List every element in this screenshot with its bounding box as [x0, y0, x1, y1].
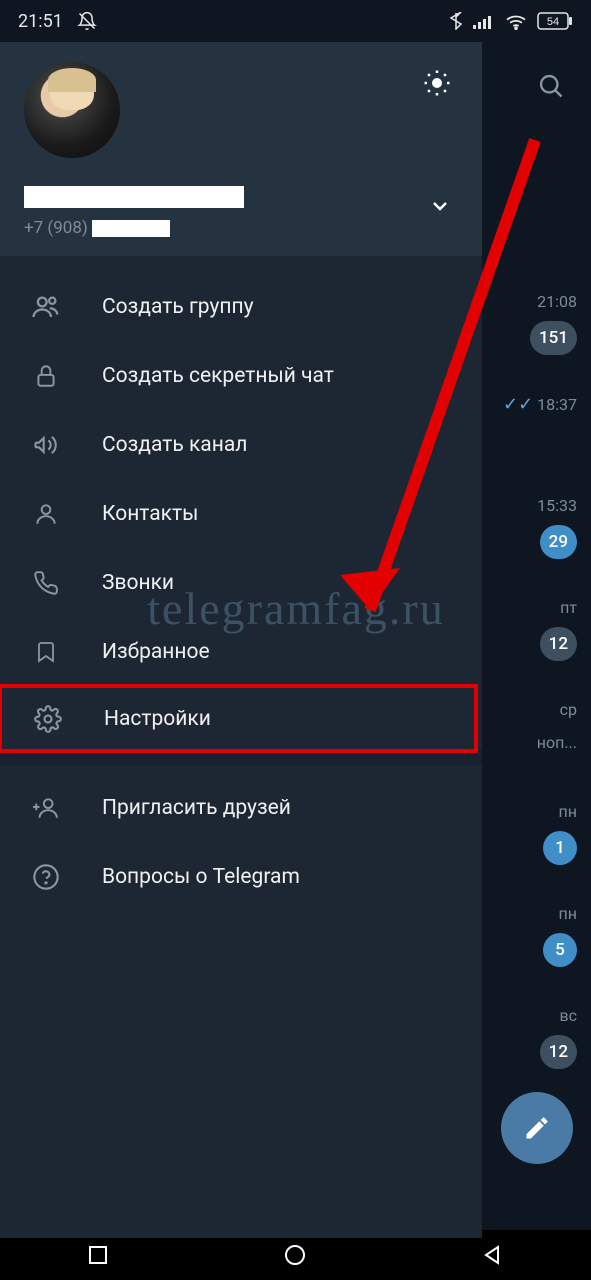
chat-row[interactable]: ✓✓ 18:37 — [482, 384, 591, 486]
theme-toggle-button[interactable] — [422, 68, 452, 98]
signal-icon — [473, 13, 495, 29]
menu-settings[interactable]: Настройки — [0, 684, 478, 753]
chat-row[interactable]: 21:08 151 — [482, 282, 591, 384]
menu-create-channel[interactable]: Создать канал — [0, 410, 482, 479]
menu-create-secret-chat[interactable]: Создать секретный чат — [0, 341, 482, 410]
unread-badge: 151 — [530, 321, 577, 355]
group-icon — [28, 292, 64, 322]
compose-fab[interactable] — [501, 1092, 573, 1164]
menu-label: Звонки — [102, 571, 174, 595]
user-avatar[interactable] — [24, 62, 120, 158]
lock-icon — [28, 363, 64, 389]
home-icon[interactable] — [284, 1244, 306, 1266]
menu-invite-friends[interactable]: Пригласить друзей — [0, 773, 482, 842]
chat-row[interactable]: вс 12 — [482, 996, 591, 1098]
menu-label: Настройки — [104, 707, 211, 731]
chat-time: пн — [482, 904, 577, 923]
chat-list-column: 21:08 151 ✓✓ 18:37 15:33 29 пт 12 ср ноп… — [482, 282, 591, 1098]
chat-time: 21:08 — [482, 292, 577, 311]
chat-row[interactable]: пт 12 — [482, 588, 591, 690]
bookmark-icon — [28, 639, 64, 665]
unread-badge: 1 — [543, 831, 577, 865]
menu-label: Пригласить друзей — [102, 796, 291, 820]
chevron-down-icon[interactable] — [428, 194, 452, 218]
menu-create-group[interactable]: Создать группу — [0, 272, 482, 341]
chat-time: пт — [482, 598, 577, 617]
chat-row[interactable]: 15:33 29 — [482, 486, 591, 588]
search-button[interactable] — [537, 72, 565, 100]
chat-row[interactable]: пн 5 — [482, 894, 591, 996]
wifi-icon — [505, 12, 527, 30]
status-bar: 21:51 54 — [0, 0, 591, 42]
person-icon — [28, 501, 64, 527]
menu-label: Избранное — [102, 640, 210, 664]
menu-faq[interactable]: Вопросы о Telegram — [0, 842, 482, 911]
clock: 21:51 — [18, 11, 63, 32]
drawer-header: +7 (908) — [0, 42, 482, 256]
add-person-icon — [28, 795, 64, 821]
recent-apps-icon[interactable] — [88, 1245, 108, 1265]
user-phone: +7 (908) — [24, 218, 458, 238]
chat-row[interactable]: ср ноп... — [482, 690, 591, 792]
phone-icon — [28, 570, 64, 596]
menu-label: Создать секретный чат — [102, 364, 334, 388]
menu-label: Вопросы о Telegram — [102, 865, 300, 889]
menu-label: Создать группу — [102, 295, 254, 319]
chat-time: пн — [482, 802, 577, 821]
read-ticks-icon: ✓✓ — [503, 394, 533, 415]
sun-icon — [422, 68, 452, 98]
notification-off-icon — [77, 11, 97, 31]
menu-label: Контакты — [102, 502, 198, 526]
chat-time: ✓✓ 18:37 — [482, 394, 577, 415]
drawer-menu-secondary: Пригласить друзей Вопросы о Telegram — [0, 765, 482, 911]
chat-row[interactable]: пн 1 — [482, 792, 591, 894]
bluetooth-icon — [449, 12, 463, 30]
user-name — [24, 186, 244, 208]
unread-badge: 12 — [540, 1035, 577, 1069]
unread-badge: 29 — [540, 525, 577, 559]
navigation-drawer: +7 (908) Создать группу Создать секретны… — [0, 42, 482, 1238]
help-icon — [28, 863, 64, 891]
pencil-icon — [523, 1114, 551, 1142]
chat-time: ср — [482, 700, 577, 719]
chat-time: 15:33 — [482, 496, 577, 515]
drawer-menu: Создать группу Создать секретный чат Соз… — [0, 256, 482, 751]
menu-contacts[interactable]: Контакты — [0, 479, 482, 548]
menu-saved-messages[interactable]: Избранное — [0, 617, 482, 686]
menu-label: Создать канал — [102, 433, 247, 457]
svg-text:54: 54 — [547, 16, 559, 28]
megaphone-icon — [28, 431, 64, 459]
menu-calls[interactable]: Звонки — [0, 548, 482, 617]
battery-icon: 54 — [537, 12, 573, 30]
user-info[interactable]: +7 (908) — [24, 186, 458, 238]
back-icon[interactable] — [483, 1245, 503, 1265]
chat-time: вс — [482, 1006, 577, 1025]
menu-divider — [0, 751, 482, 765]
chat-preview: ноп... — [482, 733, 577, 752]
unread-badge: 5 — [543, 933, 577, 967]
unread-badge: 12 — [540, 627, 577, 661]
gear-icon — [30, 705, 66, 733]
